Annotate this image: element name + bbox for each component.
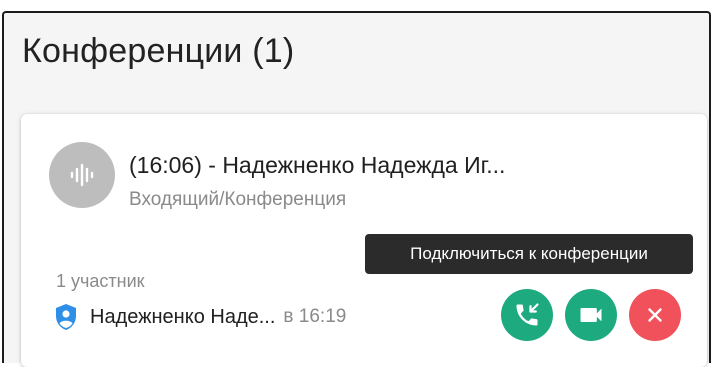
conference-card: (16:06) - Надежненко Надежда Иг... Входя… bbox=[21, 114, 707, 367]
call-title: (16:06) - Надежненко Надежда Иг... bbox=[129, 152, 506, 178]
video-call-button[interactable] bbox=[565, 289, 617, 341]
video-camera-icon bbox=[580, 308, 602, 322]
phone-join-icon bbox=[516, 303, 539, 326]
decline-button[interactable] bbox=[629, 289, 681, 341]
join-conference-button[interactable] bbox=[501, 289, 553, 341]
call-type: Входящий/Конференция bbox=[129, 189, 347, 210]
participant-item: Надежненко Наде... в 16:19 bbox=[54, 303, 346, 331]
conferences-panel: Конференции (1) (16:06) - Надежненко Над… bbox=[2, 11, 711, 367]
join-tooltip: Подключиться к конференции bbox=[365, 234, 693, 274]
participants-count: 1 участник bbox=[56, 271, 145, 291]
participant-name: Надежненко Наде... bbox=[90, 305, 276, 328]
page-title: Конференции (1) bbox=[22, 32, 295, 70]
close-icon bbox=[648, 308, 662, 322]
avatar bbox=[49, 142, 115, 208]
audio-wave-icon bbox=[70, 163, 94, 187]
participant-time: в 16:19 bbox=[283, 306, 347, 327]
shield-user-icon bbox=[56, 304, 76, 330]
